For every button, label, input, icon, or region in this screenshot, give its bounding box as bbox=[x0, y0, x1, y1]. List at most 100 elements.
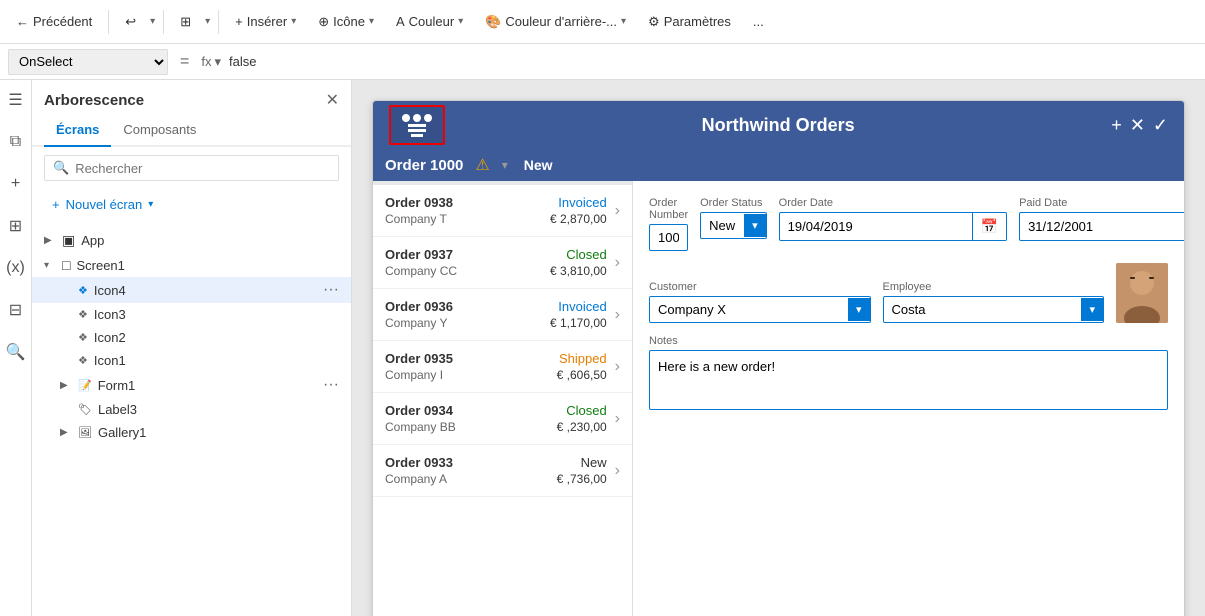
icon-bars bbox=[408, 124, 426, 137]
icon-strip: ☰ ⧉ + ⊞ (x) ⊟ 🔍 bbox=[0, 80, 32, 616]
fx-chevron: ▾ bbox=[214, 54, 221, 70]
toolbar: ← Précédent ↩ ▾ ⊞ ▾ + Insérer ▾ ⊕ Icône … bbox=[0, 0, 1205, 44]
layers-icon[interactable]: ⧉ bbox=[2, 128, 30, 156]
paid-date-wrap: 📅 bbox=[1019, 212, 1184, 241]
paid-date-input[interactable] bbox=[1020, 214, 1184, 239]
app-content: Order 0938 Invoiced Company T € 2,870,00… bbox=[373, 181, 1184, 616]
new-status-label: New bbox=[524, 157, 553, 173]
add-icon[interactable]: + bbox=[2, 170, 30, 198]
gear-icon: ⚙ bbox=[648, 14, 660, 30]
notes-section: Notes Here is a new order! bbox=[649, 335, 1168, 413]
hamburger-icon[interactable]: ☰ bbox=[2, 86, 30, 114]
order-date-input[interactable] bbox=[780, 214, 972, 239]
undo-button[interactable]: ↩ bbox=[117, 10, 144, 34]
employee-avatar bbox=[1116, 263, 1168, 323]
form-icon: 📝 bbox=[78, 379, 92, 392]
detail-panel: Order Number Order Status New ▾ bbox=[633, 181, 1184, 616]
list-chevron: › bbox=[615, 410, 620, 428]
customer-select[interactable]: Company X bbox=[650, 297, 848, 322]
form-expand: ▶ bbox=[60, 380, 72, 391]
employee-field: Employee Costa ▾ bbox=[883, 281, 1105, 323]
gallery-expand: ▶ bbox=[60, 427, 72, 438]
order-status-field: Order Status New ▾ bbox=[700, 197, 767, 251]
equals-sign: = bbox=[176, 53, 193, 71]
order-status-select[interactable]: New bbox=[701, 213, 744, 238]
tree-item-app[interactable]: ▶ ▣ App bbox=[32, 228, 351, 253]
list-item[interactable]: Order 0933 New Company A € ,736,00 › bbox=[373, 445, 632, 497]
customer-arrow: ▾ bbox=[848, 298, 870, 321]
plus-icon: + bbox=[52, 197, 60, 212]
gallery-icon: 🖼 bbox=[78, 426, 92, 439]
list-item[interactable]: Order 0934 Closed Company BB € ,230,00 › bbox=[373, 393, 632, 445]
color-button[interactable]: A Couleur ▾ bbox=[388, 10, 471, 33]
icon-dots bbox=[402, 114, 432, 122]
list-item[interactable]: Order 0938 Invoiced Company T € 2,870,00… bbox=[373, 185, 632, 237]
variable-icon[interactable]: (x) bbox=[2, 254, 30, 282]
order-number-input[interactable] bbox=[649, 224, 688, 251]
item-more-icon[interactable]: ··· bbox=[323, 281, 339, 299]
order-chevron: ▾ bbox=[502, 158, 508, 172]
list-item[interactable]: Order 0936 Invoiced Company Y € 1,170,00… bbox=[373, 289, 632, 341]
tree-item-icon2[interactable]: ❖ Icon2 bbox=[32, 326, 351, 349]
list-item[interactable]: Order 0937 Closed Company CC € 3,810,00 … bbox=[373, 237, 632, 289]
bg-color-button[interactable]: 🎨 Couleur d'arrière-... ▾ bbox=[477, 10, 634, 34]
order-status-arrow: ▾ bbox=[744, 214, 766, 237]
employee-arrow: ▾ bbox=[1081, 298, 1103, 321]
form-more-icon[interactable]: ··· bbox=[323, 376, 339, 394]
tree-item-gallery1[interactable]: ▶ 🖼 Gallery1 bbox=[32, 421, 351, 444]
grid-icon[interactable]: ⊟ bbox=[2, 296, 30, 324]
customer-select-wrap: Company X ▾ bbox=[649, 296, 871, 323]
list-item[interactable]: Order 0935 Shipped Company I € ,606,50 › bbox=[373, 341, 632, 393]
notes-label: Notes bbox=[649, 335, 1168, 347]
bg-color-icon: 🎨 bbox=[485, 14, 501, 30]
tab-screens[interactable]: Écrans bbox=[44, 116, 111, 147]
new-screen-button[interactable]: + Nouvel écran ▾ bbox=[44, 193, 339, 216]
copy-chevron[interactable]: ▾ bbox=[205, 16, 210, 27]
sidebar-close-icon[interactable]: ✕ bbox=[326, 90, 339, 110]
list-chevron: › bbox=[615, 462, 620, 480]
fx-button[interactable]: fx ▾ bbox=[201, 54, 221, 70]
formula-input[interactable] bbox=[229, 49, 1197, 75]
insert-button[interactable]: + Insérer ▾ bbox=[227, 10, 304, 33]
order-date-wrap: 📅 bbox=[779, 212, 1007, 241]
app-header: Northwind Orders + ✕ ✓ bbox=[373, 101, 1184, 149]
order-list: Order 0938 Invoiced Company T € 2,870,00… bbox=[373, 181, 633, 616]
search-input[interactable] bbox=[75, 161, 330, 176]
search-icon[interactable]: 🔍 bbox=[2, 338, 30, 366]
puzzle-icon[interactable]: ⊞ bbox=[2, 212, 30, 240]
tree-item-form1[interactable]: ▶ 📝 Form1 ··· bbox=[32, 372, 351, 398]
calendar-icon[interactable]: 📅 bbox=[972, 213, 1006, 240]
tree-item-screen1[interactable]: ▾ □ Screen1 bbox=[32, 253, 351, 277]
add-record-icon[interactable]: + bbox=[1111, 115, 1122, 136]
undo-chevron[interactable]: ▾ bbox=[150, 16, 155, 27]
icon-button[interactable]: ⊕ Icône ▾ bbox=[310, 10, 382, 34]
list-chevron: › bbox=[615, 306, 620, 324]
close-record-icon[interactable]: ✕ bbox=[1130, 115, 1145, 136]
back-button[interactable]: ← Précédent bbox=[8, 10, 100, 33]
more-button[interactable]: ... bbox=[745, 10, 772, 33]
employee-select[interactable]: Costa bbox=[884, 297, 1082, 322]
confirm-icon[interactable]: ✓ bbox=[1153, 115, 1168, 136]
new-screen-chevron: ▾ bbox=[148, 199, 153, 210]
notes-textarea[interactable]: Here is a new order! bbox=[649, 350, 1168, 410]
sidebar-search: 🔍 bbox=[44, 155, 339, 181]
property-select[interactable]: OnSelect bbox=[8, 49, 168, 75]
tree-item-icon3[interactable]: ❖ Icon3 bbox=[32, 303, 351, 326]
tree-item-label3[interactable]: 🏷 Label3 bbox=[32, 398, 351, 421]
tab-components[interactable]: Composants bbox=[111, 116, 208, 147]
icon1-icon: ❖ bbox=[78, 354, 88, 367]
app-icon: ▣ bbox=[62, 232, 75, 249]
app-frame: Northwind Orders + ✕ ✓ Order 1000 ⚠ ▾ Ne… bbox=[372, 100, 1185, 616]
tree-list: ▶ ▣ App ▾ □ Screen1 ❖ Icon4 ··· ❖ Icon3 bbox=[32, 224, 351, 616]
order-header-row: Order 1000 ⚠ ▾ New bbox=[373, 149, 1184, 181]
tree-item-icon4[interactable]: ❖ Icon4 ··· bbox=[32, 277, 351, 303]
tree-item-icon1[interactable]: ❖ Icon1 bbox=[32, 349, 351, 372]
params-button[interactable]: ⚙ Paramètres bbox=[640, 10, 739, 34]
copy-button[interactable]: ⊞ bbox=[172, 10, 199, 34]
formula-bar: OnSelect = fx ▾ bbox=[0, 44, 1205, 80]
plus-icon: + bbox=[235, 14, 243, 29]
sidebar-title: Arborescence bbox=[44, 92, 144, 109]
app-title: Northwind Orders bbox=[445, 115, 1111, 136]
customer-field: Customer Company X ▾ bbox=[649, 281, 871, 323]
icon-selected-box[interactable] bbox=[389, 105, 445, 145]
